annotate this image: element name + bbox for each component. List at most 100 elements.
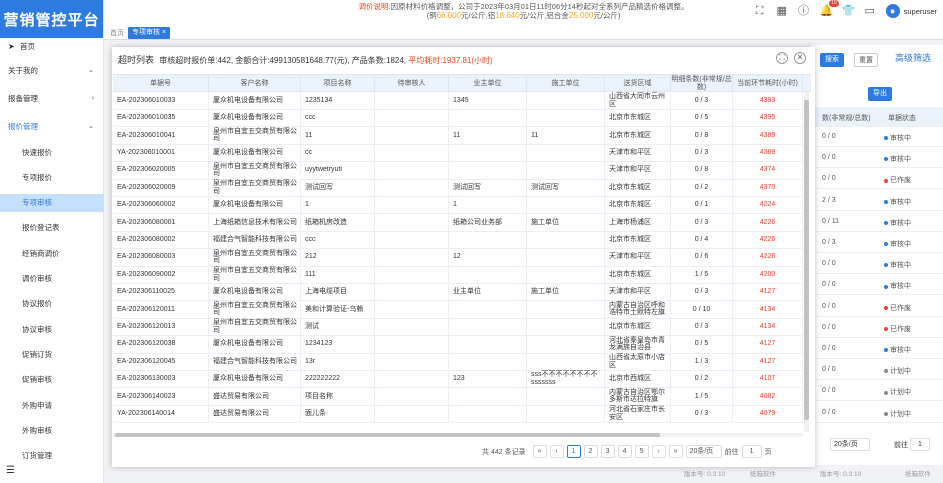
sidebar-item-label: 外购审核: [22, 425, 52, 435]
bell-icon[interactable]: 🔔 10: [820, 0, 839, 17]
table-row[interactable]: EA-202306010035 厦众机电设备有限公司 ccc 北京市东城区 0 / 54…: [113, 109, 803, 128]
column-header[interactable]: 业主单位: [449, 75, 527, 93]
background-row[interactable]: 0 / 0 已作废: [810, 318, 943, 338]
background-row[interactable]: 0 / 0 审核中: [810, 127, 943, 147]
background-row[interactable]: 0 / 0 计划中: [810, 360, 943, 381]
column-header[interactable]: 待审核人: [375, 75, 449, 93]
fullscreen-icon[interactable]: ⛶: [776, 52, 788, 64]
sidebar-item[interactable]: 关于我的 ⌄: [0, 61, 104, 79]
fullscreen-icon[interactable]: ⛶: [754, 5, 766, 17]
table-row[interactable]: EA-202306080002 福建合气智能科技有限公司 ccc 北京市东城区 0 / …: [113, 231, 803, 250]
sidebar-item[interactable]: 经销商调价: [0, 244, 104, 262]
table-row[interactable]: EA-202306060002 厦众机电设备有限公司 1 1 北京市东城区 0 / 1 42…: [113, 196, 803, 215]
sidebar-item[interactable]: 报价登记表: [0, 219, 104, 237]
column-header[interactable]: 明细条数(非常规/总数): [671, 75, 733, 93]
table-row[interactable]: YA-202306010001 厦众机电设备有限公司 cc 天津市和平区 0 / 3 43…: [113, 144, 803, 163]
sidebar-item[interactable]: 外购申请: [0, 396, 104, 414]
prev-page-button[interactable]: ‹: [549, 445, 564, 458]
table-row[interactable]: EA-202306010033 厦众机电设备有限公司 1235134 1345 山西省大…: [113, 92, 803, 110]
table-row[interactable]: YA-202306140014 盛达贸易有限公司 面儿条 河北省石家庄市长安区 0 / …: [113, 405, 803, 424]
table-row[interactable]: EA-202306130003 厦众机电设备有限公司 222222222 123 sss…: [113, 370, 803, 389]
table-row[interactable]: EA-202306020009 泉州市自宜五交商贸有限公司 测试回写 测试回写 测试回写…: [113, 179, 803, 197]
table-cell: [375, 161, 449, 179]
username[interactable]: superuser: [904, 7, 937, 16]
table-row[interactable]: EA-202306120011 泉州市自宜五交商贸有限公司 美和计算验证-乌赖 内蒙古…: [113, 300, 803, 319]
background-row[interactable]: 0 / 0 计划中: [810, 403, 943, 423]
column-header[interactable]: 客户名称: [209, 75, 301, 93]
page-number-button[interactable]: 4: [617, 445, 632, 458]
page-size-select[interactable]: 20条/页: [685, 445, 722, 458]
goto-page-input[interactable]: 1: [741, 445, 762, 458]
column-header[interactable]: 单据号: [113, 75, 209, 93]
table-row[interactable]: EA-202306120013 泉州市自宜五交商贸有限公司 测试 北京市东城区 0 / …: [113, 318, 803, 337]
background-row[interactable]: 0 / 0 审核中: [810, 148, 943, 169]
background-row[interactable]: 0 / 0 已作废: [810, 169, 943, 190]
sidebar-item[interactable]: 协议报价: [0, 295, 104, 313]
sidebar-item[interactable]: 报备管理 ›: [0, 89, 104, 107]
close-icon[interactable]: ✕: [794, 52, 806, 64]
vertical-scroll-thumb[interactable]: [804, 100, 809, 420]
sidebar-item[interactable]: 调价审核: [0, 270, 104, 288]
column-header[interactable]: 送货区域: [605, 75, 671, 93]
sidebar-item[interactable]: 专项报价: [0, 168, 104, 186]
avatar[interactable]: ●: [885, 4, 900, 18]
tab-home[interactable]: 首页: [110, 28, 124, 38]
background-row[interactable]: 0 / 0 审核中: [810, 275, 943, 296]
background-row[interactable]: 2 / 3 审核中: [810, 191, 943, 211]
table-row[interactable]: EA-202306080003 泉州市自宜五交商贸有限公司 212 12 天津市和平区 0…: [113, 248, 803, 267]
sidebar-item[interactable]: 快速报价: [0, 143, 104, 161]
table-row[interactable]: EA-202306120038 厦众机电设备有限公司 1234123 河北省秦皇岛市青…: [113, 335, 803, 354]
background-row[interactable]: 0 / 0 已作废: [810, 297, 943, 317]
page-number-button[interactable]: 2: [583, 445, 598, 458]
search-button[interactable]: 搜索: [820, 53, 844, 67]
page-number-button[interactable]: 5: [634, 445, 649, 458]
page-number-button[interactable]: 3: [600, 445, 615, 458]
column-header[interactable]: 施工单位: [527, 75, 605, 93]
sidebar-item[interactable]: 专项审核: [0, 193, 104, 212]
collapse-menu-icon[interactable]: ☰: [6, 465, 15, 476]
table-row[interactable]: EA-202306020005 泉州市自宜五交商贸有限公司 uyytwetryuti…: [113, 161, 803, 180]
sidebar-item[interactable]: 订货管理: [0, 447, 104, 465]
grid-icon[interactable]: ▦: [776, 5, 788, 17]
sidebar-item[interactable]: 外购审核: [0, 421, 104, 439]
sidebar-item[interactable]: 协议审核: [0, 320, 104, 338]
background-row[interactable]: 0 / 0 计划中: [810, 381, 943, 402]
column-header[interactable]: 项目名称: [301, 75, 375, 93]
bg-count-cell: 2 / 3: [822, 196, 836, 204]
bg-page-size-select[interactable]: 20条/页: [830, 438, 870, 451]
background-row[interactable]: 0 / 3 审核中: [810, 233, 943, 253]
table-row[interactable]: EA-202306110025 厦众机电设备有限公司 上海电缆项目 业主单位 施工单位天…: [113, 283, 803, 302]
vertical-scrollbar[interactable]: [804, 92, 809, 432]
reset-button[interactable]: 重置: [854, 53, 878, 67]
table-row[interactable]: EA-202306140023 盛达贸易有限公司 项目名称 内蒙古自治区鄂尔多斯市达拉…: [113, 387, 803, 406]
sidebar-item[interactable]: 促销审核: [0, 371, 104, 389]
sidebar-item[interactable]: 促销订货: [0, 345, 104, 363]
sidebar-item[interactable]: 报价管理 ⌄: [0, 117, 104, 135]
total-count: 共 442 条记录: [482, 448, 526, 456]
status-dot-icon: [884, 305, 888, 310]
table-row[interactable]: EA-202306010041 泉州市自宜五交商贸有限公司 11 11 11 北京市东城区…: [113, 126, 803, 145]
first-page-button[interactable]: «: [532, 445, 547, 458]
background-row[interactable]: 0 / 0 审核中: [810, 254, 943, 275]
table-row[interactable]: EA-202306120045 福建合气智能科技有限公司 13r 山西省太原市小店区 1…: [113, 353, 803, 371]
sidebar-item[interactable]: ➤ 首页: [0, 37, 104, 55]
advanced-filter-button[interactable]: 高级筛选: [888, 51, 938, 65]
page-number-button[interactable]: 1: [566, 445, 581, 458]
sidebar-item-label: 协议审核: [22, 324, 52, 334]
horizontal-scroll-thumb[interactable]: [115, 433, 660, 437]
tab-special-review[interactable]: 专项审核 ×: [128, 27, 171, 39]
export-button[interactable]: 导出: [868, 87, 892, 101]
table-cell: 0 / 2: [671, 179, 733, 196]
column-header[interactable]: 当前环节耗时(小时): [733, 75, 803, 93]
last-page-button[interactable]: »: [668, 445, 683, 458]
horizontal-scrollbar[interactable]: [113, 433, 803, 437]
background-row[interactable]: 0 / 11 审核中: [810, 212, 943, 232]
monitor-icon[interactable]: ▭: [864, 5, 876, 17]
bg-goto-input[interactable]: 1: [910, 438, 930, 451]
table-row[interactable]: EA-202306080001 上海纸箱信息技术有限公司 纸箱机房改造 纸箱公司业务部…: [113, 213, 803, 232]
info-icon[interactable]: ⓘ: [798, 5, 810, 17]
table-row[interactable]: EA-202306090002 泉州市自宜五交商贸有限公司 111 北京市东城区 1 /…: [113, 266, 803, 284]
shirt-icon[interactable]: 👕: [842, 5, 856, 17]
background-row[interactable]: 0 / 0 审核中: [810, 339, 943, 359]
next-page-button[interactable]: ›: [651, 445, 666, 458]
